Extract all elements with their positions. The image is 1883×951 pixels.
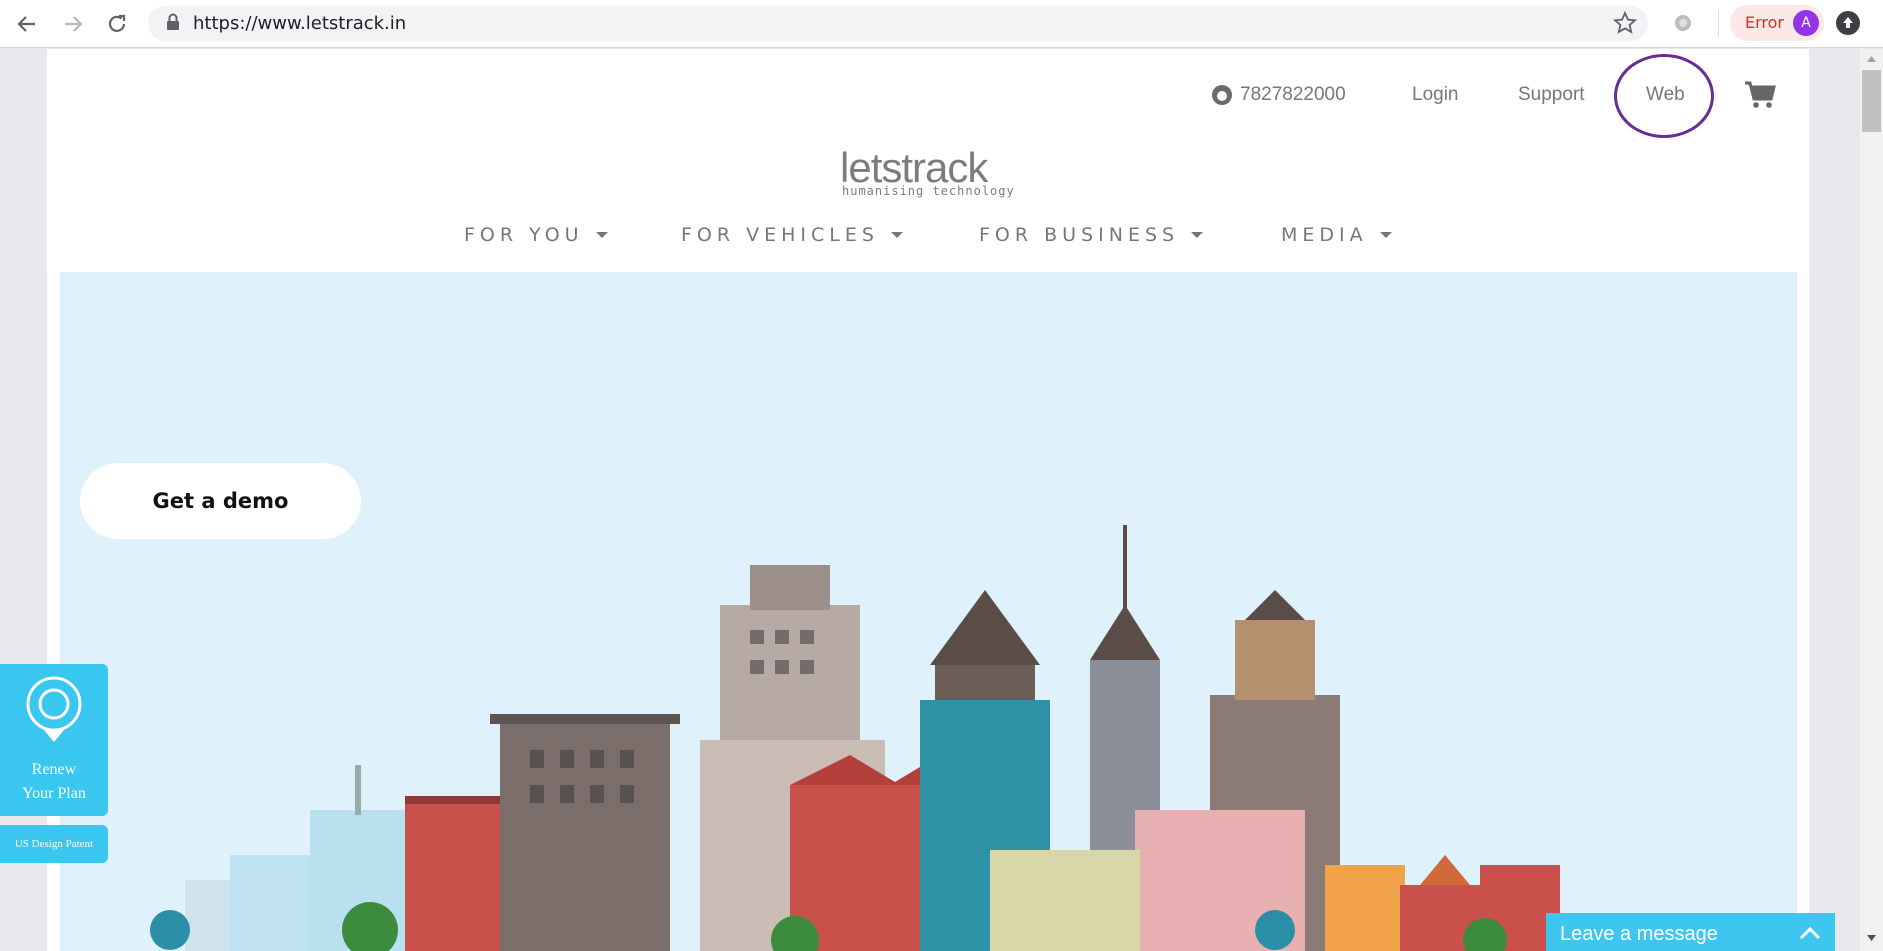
support-link[interactable]: Support <box>1518 84 1585 106</box>
renew-line1: Renew <box>31 761 77 778</box>
reload-button[interactable] <box>102 9 132 39</box>
arrow-up-icon <box>1843 17 1853 28</box>
scroll-down-arrow-icon[interactable] <box>1866 934 1877 942</box>
caret-down-icon <box>595 232 608 238</box>
scroll-up-arrow-icon[interactable] <box>1866 55 1877 63</box>
menu-label: FOR BUSINESS <box>979 224 1180 246</box>
caret-down-icon <box>1191 232 1204 238</box>
menu-media[interactable]: MEDIA <box>1281 224 1392 246</box>
phone-number[interactable]: 7827822000 <box>1240 84 1346 106</box>
forward-button[interactable] <box>58 9 88 39</box>
menu-for-business[interactable]: FOR BUSINESS <box>979 224 1204 246</box>
menu-for-vehicles[interactable]: FOR VEHICLES <box>681 224 903 246</box>
extension-icon[interactable] <box>1673 13 1693 33</box>
us-design-patent-button[interactable]: US Design Patent <box>0 825 108 863</box>
reload-icon <box>108 14 126 32</box>
browser-toolbar: https://www.letstrack.in Error A <box>0 0 1883 48</box>
menu-label: MEDIA <box>1281 224 1368 246</box>
renew-plan-label[interactable]: Renew Your Plan <box>0 758 108 806</box>
back-button[interactable] <box>12 9 42 39</box>
brand-tagline: humanising technology <box>842 184 1015 198</box>
lock-icon <box>167 13 179 30</box>
highlight-circle <box>1614 54 1714 138</box>
login-link[interactable]: Login <box>1412 84 1459 106</box>
renew-logo-icon <box>26 676 82 742</box>
menu-for-you[interactable]: FOR YOU <box>464 224 608 246</box>
shopping-cart-icon[interactable] <box>1744 80 1776 110</box>
toolbar-divider <box>1718 10 1719 36</box>
chat-widget-label[interactable]: Leave a message <box>1560 923 1718 946</box>
menu-label: FOR YOU <box>464 224 584 246</box>
city-skyline-illustration <box>150 525 1560 951</box>
chevron-up-icon[interactable] <box>1798 925 1822 941</box>
update-icon[interactable] <box>1836 11 1860 35</box>
page-scrollbar[interactable] <box>1860 49 1883 951</box>
caret-down-icon <box>890 232 903 238</box>
arrow-left-icon <box>17 16 35 32</box>
renew-line2: Your Plan <box>22 785 86 802</box>
menu-label: FOR VEHICLES <box>681 224 879 246</box>
bookmark-star-icon[interactable] <box>1613 11 1637 35</box>
scrollbar-thumb[interactable] <box>1862 70 1881 132</box>
phone-headset-icon <box>1212 85 1232 105</box>
arrow-right-icon <box>65 16 83 32</box>
url-text[interactable]: https://www.letstrack.in <box>193 13 406 34</box>
profile-error-label: Error <box>1745 13 1784 32</box>
profile-avatar[interactable]: A <box>1793 10 1819 36</box>
caret-down-icon <box>1379 232 1392 238</box>
